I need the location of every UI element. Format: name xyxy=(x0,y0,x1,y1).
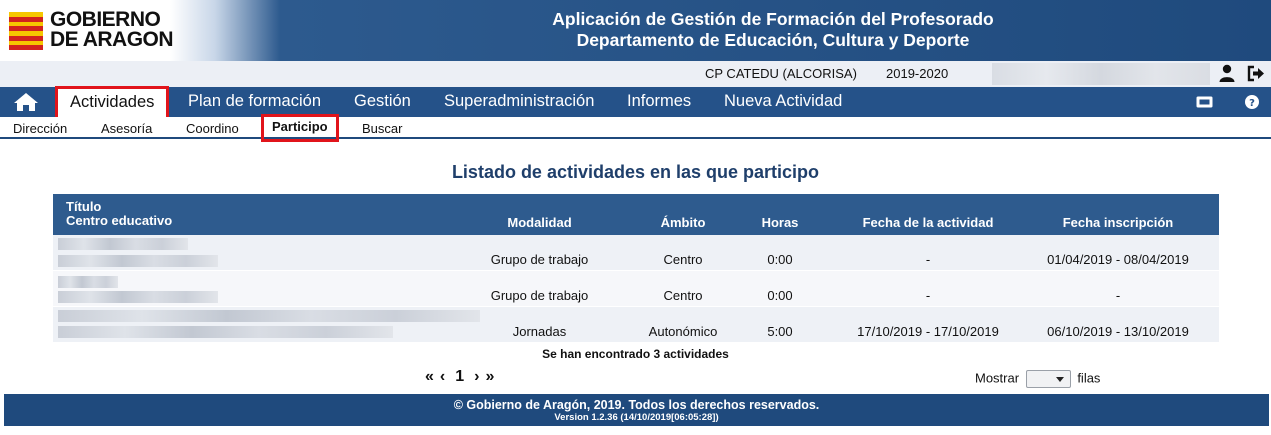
table-row[interactable]: Grupo de trabajo Centro 0:00 - 01/04/201… xyxy=(53,235,1219,271)
nav-item-actividades[interactable]: Actividades xyxy=(54,86,170,120)
activities-table: Título Centro educativo Modalidad Ámbito… xyxy=(53,194,1219,343)
cell-fecha-actividad: 17/10/2019 - 17/10/2019 xyxy=(857,324,999,339)
redacted-center xyxy=(58,291,218,303)
pager-next-button[interactable]: › xyxy=(474,368,479,386)
nav-item-informes[interactable]: Informes xyxy=(627,87,691,117)
redacted-center xyxy=(58,326,393,338)
column-header-titulo-line2: Centro educativo xyxy=(66,213,173,228)
cell-ambito: Autonómico xyxy=(648,324,718,339)
footer-version: Version 1.2.36 (14/10/2019[06:05:28]) xyxy=(554,412,719,423)
cell-fecha-inscripcion: 06/10/2019 - 13/10/2019 xyxy=(1047,324,1189,339)
rows-per-page-select[interactable] xyxy=(1025,370,1071,388)
cell-fecha-inscripcion: 01/04/2019 - 08/04/2019 xyxy=(1047,252,1189,267)
cell-horas: 0:00 xyxy=(767,252,793,267)
rows-per-page: Mostrar filas xyxy=(975,370,1100,388)
column-header-fecha-actividad[interactable]: Fecha de la actividad xyxy=(843,215,1013,230)
cell-modalidad: Jornadas xyxy=(512,324,567,339)
sub-nav: Dirección Asesoría Coordino Participo Bu… xyxy=(0,114,1271,142)
app-title: Aplicación de Gestión de Formación del P… xyxy=(470,9,1076,51)
column-header-horas[interactable]: Horas xyxy=(750,215,810,230)
svg-text:?: ? xyxy=(1249,98,1255,109)
logo-text: GOBIERNO DE ARAGON xyxy=(50,8,174,51)
cell-modalidad: Grupo de trabajo xyxy=(490,288,589,303)
ticket-icon[interactable] xyxy=(1196,96,1213,108)
subnav-item-direccion[interactable]: Dirección xyxy=(13,121,67,136)
user-icon[interactable] xyxy=(1219,64,1235,82)
subnav-item-buscar[interactable]: Buscar xyxy=(362,121,402,136)
table-row[interactable]: Jornadas Autonómico 5:00 17/10/2019 - 17… xyxy=(53,307,1219,343)
pager-last-button[interactable]: » xyxy=(485,368,494,386)
cell-fecha-actividad: - xyxy=(925,252,931,267)
cell-horas: 0:00 xyxy=(767,288,793,303)
nav-item-gestion[interactable]: Gestión xyxy=(354,87,411,117)
cell-fecha-inscripcion: - xyxy=(1115,288,1121,303)
column-header-titulo[interactable]: Título Centro educativo xyxy=(66,200,172,228)
help-icon[interactable]: ? xyxy=(1245,95,1259,109)
table-header: Título Centro educativo Modalidad Ámbito… xyxy=(53,194,1219,235)
cell-modalidad: Grupo de trabajo xyxy=(490,252,589,267)
app-title-line-2: Departamento de Educación, Cultura y Dep… xyxy=(576,30,970,50)
footer: © Gobierno de Aragón, 2019. Todos los de… xyxy=(4,394,1269,426)
subnav-item-coordino[interactable]: Coordino xyxy=(186,121,239,136)
logout-icon[interactable] xyxy=(1247,65,1265,82)
home-icon[interactable] xyxy=(13,92,39,112)
current-year: 2019-2020 xyxy=(886,66,949,81)
rows-per-page-label: Mostrar xyxy=(975,370,1020,386)
user-name-redacted xyxy=(992,63,1210,85)
nav-item-superadministracion[interactable]: Superadministración xyxy=(444,87,594,117)
main-nav: Actividades Plan de formación Gestión Su… xyxy=(0,86,1271,120)
pager-page-1[interactable]: 1 xyxy=(455,368,464,386)
gobierno-aragon-logo[interactable]: GOBIERNO DE ARAGON xyxy=(9,8,179,52)
column-header-fecha-inscripcion[interactable]: Fecha inscripción xyxy=(1035,215,1201,230)
nav-item-plan-de-formacion[interactable]: Plan de formación xyxy=(188,87,321,117)
current-center: CP CATEDU (ALCORISA) xyxy=(705,66,857,81)
pager-prev-button[interactable]: ‹ xyxy=(440,368,445,386)
cell-ambito: Centro xyxy=(663,252,703,267)
redacted-title xyxy=(58,238,188,250)
logo-line-2: DE ARAGON xyxy=(50,28,174,51)
pager-first-button[interactable]: « xyxy=(425,368,434,386)
subnav-item-asesoria[interactable]: Asesoría xyxy=(101,121,152,136)
footer-copyright: © Gobierno de Aragón, 2019. Todos los de… xyxy=(453,398,820,412)
app-title-line-1: Aplicación de Gestión de Formación del P… xyxy=(552,9,994,29)
nav-item-nueva-actividad[interactable]: Nueva Actividad xyxy=(724,87,842,117)
aragon-flag-icon xyxy=(9,12,43,50)
info-bar: CP CATEDU (ALCORISA) 2019-2020 xyxy=(0,61,1271,87)
table-row[interactable]: Grupo de trabajo Centro 0:00 - - xyxy=(53,271,1219,307)
app-header: GOBIERNO DE ARAGON Aplicación de Gestión… xyxy=(0,0,1271,61)
logo-line-1: GOBIERNO xyxy=(50,8,161,31)
cell-horas: 5:00 xyxy=(767,324,793,339)
column-header-ambito[interactable]: Ámbito xyxy=(633,215,733,230)
rows-per-page-suffix: filas xyxy=(1077,370,1101,386)
redacted-center xyxy=(58,255,218,267)
redacted-title xyxy=(58,310,480,322)
pagination: « ‹ 1 › » xyxy=(425,368,500,386)
redacted-title xyxy=(58,276,118,288)
cell-fecha-actividad: - xyxy=(925,288,931,303)
page-title: Listado de actividades en las que partic… xyxy=(451,162,820,182)
results-count: Se han encontrado 3 actividades xyxy=(542,347,729,361)
column-header-titulo-line1: Título xyxy=(66,199,102,214)
column-header-modalidad[interactable]: Modalidad xyxy=(483,215,596,230)
cell-ambito: Centro xyxy=(663,288,703,303)
subnav-item-participo[interactable]: Participo xyxy=(261,114,339,142)
